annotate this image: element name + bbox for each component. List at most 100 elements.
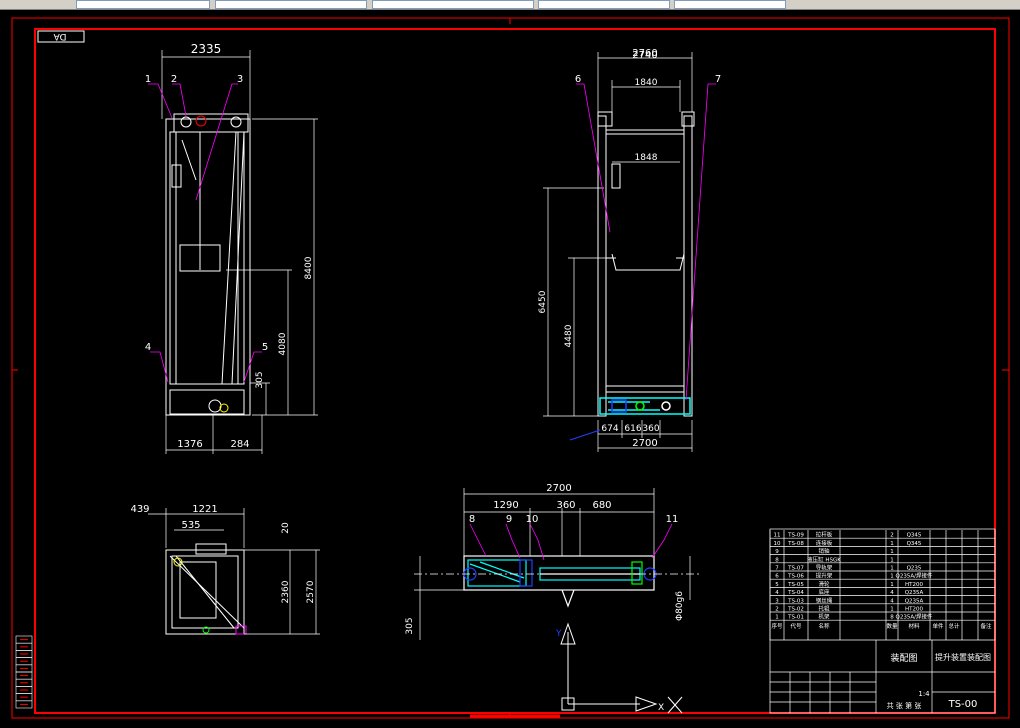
outer-frame [11,17,1010,719]
parts-list-cell: 销轴 [818,547,830,555]
front-dim-top: 2335 [191,42,222,56]
parts-list-cell: 3 [775,598,779,604]
front-view [165,113,251,416]
parts-list-cell: 拉杆板 [816,531,833,539]
sheet-label: 共 张 第 张 [887,701,922,710]
parts-list-header: 单件 [932,622,944,630]
plan-dim-height-a: 2360 [281,580,291,603]
plotstyle-dropdown[interactable] [674,0,786,9]
plan-dim-right-a: 20 [281,522,291,534]
parts-list-header: 总计 [948,622,960,630]
ucs-x-label: X [658,703,664,713]
front-leaders [148,83,262,383]
plan-dim-top-b: 1221 [192,504,217,515]
parts-list-cell: TS-04 [787,590,804,596]
parts-list-cell: TS-01 [787,615,804,621]
parts-list-cell: 2 [890,533,894,539]
ucs-y-label: Y [555,629,562,639]
parts-list-cell: 5 [775,582,779,588]
part-label-8: 8 [469,514,475,525]
parts-list-header: 序号 [771,622,783,630]
part-label-2: 2 [171,74,177,85]
drawing-scale: 1:4 [918,690,930,698]
side-dim-bottom-a: 674 [601,424,618,434]
parts-list-cell: 9 [775,549,779,555]
parts-list-cell: Q345 [907,541,922,547]
parts-list-cell: TS-09 [787,533,804,539]
parts-list-cell: 11 [774,533,781,539]
parts-list-header: 代号 [790,622,802,630]
part-label-5: 5 [262,342,268,353]
parts-list-cell: TS-02 [787,607,804,613]
front-dim-height: 8400 [304,256,314,279]
parts-list-cell: 2 [775,607,779,613]
plan-accents [173,557,247,635]
parts-list-cell: 6 [775,574,779,580]
parts-list-cell: 机架 [818,613,830,621]
side-dim-mid: 4480 [564,324,574,347]
parts-list-cell: TS-07 [787,566,804,572]
linetype-dropdown[interactable] [372,0,534,9]
part-label-11: 11 [666,514,679,525]
parts-list-cell: 1 [890,549,894,555]
left-legend-strip [15,635,33,709]
section-dim-total: 2700 [546,483,571,494]
parts-list-cell: Q235A [905,590,924,596]
parts-list-cell: 8 [890,615,894,621]
color-dropdown[interactable] [215,0,367,9]
parts-list-cell: Q235A [905,598,924,604]
drawing-title: 装配图 [890,652,917,664]
title-block [769,528,996,714]
parts-list-cell: 8 [775,557,779,563]
drawing-name: 提升装置装配图 [935,652,991,662]
parts-list-cell: 4 [890,598,894,604]
section-marker [569,429,601,441]
section-dim-d2: 360 [556,500,575,511]
parts-list-header: 备注 [980,622,992,630]
section-dim-d3: 680 [592,500,611,511]
parts-list-cell: Q235A/焊接件 [896,613,933,621]
parts-list-cell: 4 [775,590,779,596]
parts-list-cell: 1 [890,582,894,588]
front-dims [161,50,318,454]
layer-dropdown[interactable] [76,0,210,9]
parts-list-header: 名称 [818,622,830,630]
side-dim-top-c: 1840 [635,78,658,88]
plan-view [165,543,245,635]
side-leaders [576,83,716,401]
front-dim-bottom-right: 284 [230,439,249,450]
parts-list-cell: 连接板 [816,539,833,547]
plan-dim-top-a: 439 [130,504,149,515]
lineweight-dropdown[interactable] [538,0,670,9]
side-dim-bottom-b: 616 [624,424,641,434]
section-dims [414,488,691,640]
parts-list-header: 数量 [886,622,898,630]
front-dim-small: 305 [255,371,265,388]
parts-list-cell: TS-08 [787,541,804,547]
parts-list-cell: 10 [774,541,781,547]
parts-list-cell: 1 [890,574,894,580]
part-label-4: 4 [145,342,151,353]
sheet-tag: DA [53,31,67,41]
parts-list-cell: 1 [775,615,779,621]
parts-list-cell: 提升架 [816,572,833,580]
section-leaders [469,523,673,561]
parts-list-cell: Q235 [907,566,922,572]
front-dim-bottom-left: 1376 [177,439,202,450]
part-label-1: 1 [145,74,151,85]
drawing-canvas[interactable]: DA 2335 1 2 3 4 5 8400 4080 305 1376 284… [0,10,1020,728]
part-label-10: 10 [526,514,539,525]
side-base-hatch [599,397,691,415]
parts-list-header: 材料 [908,622,920,630]
parts-list-cell: 托辊 [818,605,830,613]
side-dim-mid-c: 1848 [635,153,658,163]
parts-list-cell: TS-05 [787,582,804,588]
parts-list-cell: 导轨架 [816,564,833,572]
parts-list-cell: HT200 [905,607,923,613]
part-label-6: 6 [575,74,581,85]
parts-list-cell: 底座 [818,588,830,596]
parts-list-cell: HT200 [905,582,923,588]
side-dim-bottom-c: 360 [642,424,659,434]
side-dim-height: 6450 [538,290,548,313]
part-label-7: 7 [715,74,721,85]
